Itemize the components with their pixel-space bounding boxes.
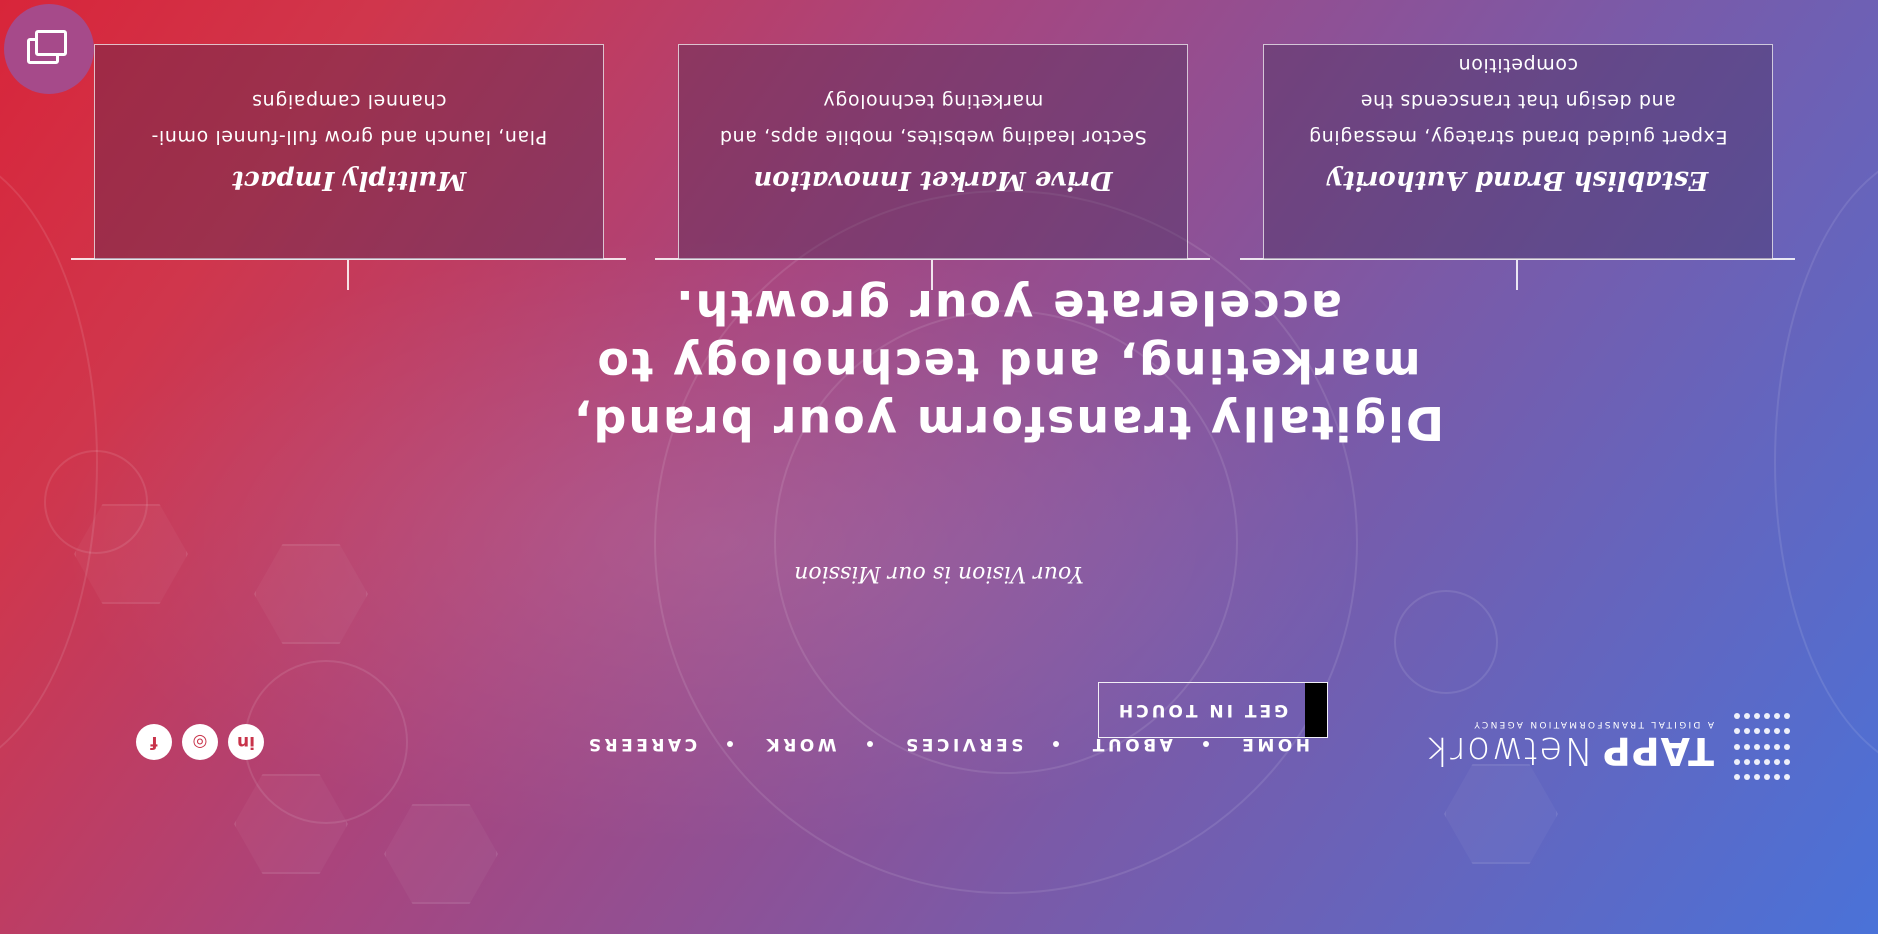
bg-hexagon bbox=[384, 804, 498, 904]
nav-item-work[interactable]: WORK bbox=[763, 734, 836, 754]
service-card-multiply-impact[interactable]: Multiply Impact Plan, launch and grow fu… bbox=[94, 44, 604, 260]
brand-wordmark-bold: TAPP bbox=[1601, 729, 1714, 773]
card-title: Establish Brand Authority bbox=[1327, 165, 1709, 195]
nav-separator bbox=[727, 741, 734, 747]
brand-wordmark-light: Network bbox=[1426, 729, 1592, 773]
brand-logo[interactable]: TAPPNetwork A DIGITAL TRANSFORMATION AGE… bbox=[1426, 710, 1790, 780]
service-card-brand-authority[interactable]: Establish Brand Authority Expert guided … bbox=[1263, 44, 1773, 260]
page: TAPPNetwork A DIGITAL TRANSFORMATION AGE… bbox=[0, 0, 1878, 934]
card-connector bbox=[347, 260, 349, 290]
nav-separator bbox=[866, 741, 873, 747]
brand-wordmark: TAPPNetwork bbox=[1426, 729, 1714, 773]
service-card-wrap: Establish Brand Authority Expert guided … bbox=[1240, 0, 1795, 290]
nav-separator bbox=[1202, 741, 1209, 747]
facebook-icon[interactable]: f bbox=[136, 724, 172, 760]
card-description: Sector leading websites, mobile apps, an… bbox=[719, 90, 1147, 148]
card-description: Expert guided brand strategy, messaging … bbox=[1308, 54, 1728, 148]
service-card-wrap: Drive Market Innovation Sector leading w… bbox=[655, 0, 1210, 290]
service-card-wrap: Multiply Impact Plan, launch and grow fu… bbox=[71, 0, 626, 290]
social-links: in ◎ f bbox=[136, 724, 264, 760]
brand-tagline: A DIGITAL TRANSFORMATION AGENCY bbox=[1472, 719, 1714, 729]
card-title: Drive Market Innovation bbox=[753, 165, 1113, 195]
brand-text: TAPPNetwork A DIGITAL TRANSFORMATION AGE… bbox=[1426, 719, 1714, 773]
cta-accent-bar bbox=[1305, 683, 1327, 737]
get-in-touch-button[interactable]: GET IN TOUCH bbox=[1098, 682, 1328, 738]
chat-launcher-button[interactable] bbox=[4, 4, 94, 94]
hero-headline: Digitally transform your brand, marketin… bbox=[571, 280, 1445, 450]
hero-tagline: Your Vision is our Mission bbox=[794, 561, 1084, 586]
bg-hexagon bbox=[254, 544, 368, 644]
card-description: Plan, launch and grow full-funnel omni-c… bbox=[150, 90, 548, 148]
card-connector bbox=[931, 260, 933, 290]
get-in-touch-label: GET IN TOUCH bbox=[1115, 700, 1289, 720]
nav-item-services[interactable]: SERVICES bbox=[903, 734, 1024, 754]
chat-windows-icon bbox=[27, 30, 67, 64]
nav-separator bbox=[1053, 741, 1060, 747]
card-title: Multiply Impact bbox=[231, 165, 467, 195]
instagram-icon[interactable]: ◎ bbox=[182, 724, 218, 760]
nav-item-careers[interactable]: CAREERS bbox=[585, 734, 697, 754]
linkedin-icon[interactable]: in bbox=[228, 724, 264, 760]
tapp-dots-icon bbox=[1728, 710, 1790, 780]
service-card-market-innovation[interactable]: Drive Market Innovation Sector leading w… bbox=[678, 44, 1188, 260]
bg-globe-icon bbox=[1394, 590, 1498, 694]
card-connector bbox=[1516, 260, 1518, 290]
